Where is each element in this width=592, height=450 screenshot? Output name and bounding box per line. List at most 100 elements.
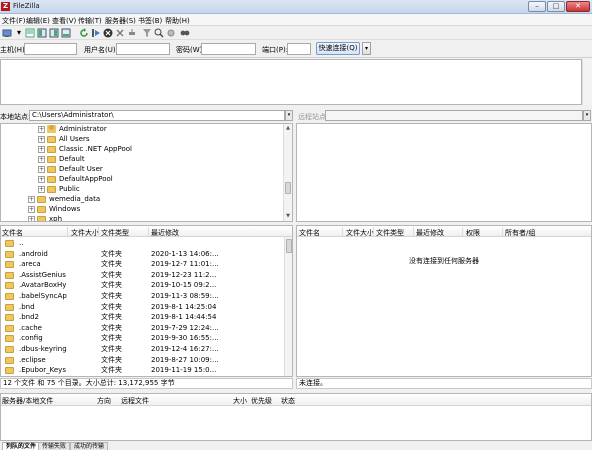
tab-failed-transfers[interactable]: 传输失败 — [38, 442, 71, 450]
maximize-button[interactable]: □ — [547, 1, 565, 12]
tree-item[interactable]: + Classic .NET AppPool — [38, 144, 132, 154]
expand-icon[interactable]: + — [38, 125, 45, 133]
menu-view[interactable]: 查看(V) — [52, 16, 76, 26]
table-row[interactable]: .babelSyncApp... 文件夹 2019-11-3 08:59:... — [1, 291, 292, 302]
menu-bookmarks[interactable]: 书签(B) — [138, 16, 162, 26]
username-input[interactable] — [116, 43, 170, 55]
cell-filetype: 文件夹 — [101, 366, 122, 375]
expand-icon[interactable]: + — [28, 195, 35, 203]
column-modified[interactable]: 最近修改 — [151, 228, 179, 238]
expand-icon[interactable]: + — [38, 155, 45, 163]
remote-site-dropdown[interactable]: ▾ — [583, 110, 591, 121]
column-size[interactable]: 大小 — [233, 396, 247, 406]
minimize-button[interactable]: – — [528, 1, 546, 12]
host-input[interactable] — [24, 43, 77, 55]
table-row[interactable]: .dbus-keyrings 文件夹 2019-12-4 16:27:... — [1, 344, 292, 355]
column-priority[interactable]: 优先级 — [251, 396, 272, 406]
column-filetype[interactable]: 文件类型 — [376, 228, 404, 238]
password-input[interactable] — [201, 43, 256, 55]
tree-item[interactable]: + Public — [38, 184, 80, 194]
dropdown-arrow-icon[interactable]: ▾ — [14, 28, 24, 38]
expand-icon[interactable]: + — [38, 135, 45, 143]
toggle-remote-tree-icon[interactable] — [49, 28, 59, 38]
tree-item[interactable]: + xph — [28, 214, 62, 221]
toggle-compare-icon[interactable] — [154, 28, 164, 38]
tab-queued-files[interactable]: 列队的文件 — [2, 442, 41, 450]
table-row[interactable]: .android 文件夹 2020-1-13 14:06:... — [1, 249, 292, 260]
tree-item[interactable]: + wemedia_data — [28, 194, 100, 204]
quickconnect-history-dropdown[interactable]: ▾ — [362, 42, 371, 55]
table-row[interactable]: .AvatarBoxHyp... 文件夹 2019-10-15 09:2... — [1, 280, 292, 291]
local-tree-scrollbar[interactable]: ▲ ▼ — [283, 124, 292, 221]
menu-file[interactable]: 文件(F) — [2, 16, 26, 26]
local-site-path-input[interactable]: C:\Users\Administrator\ — [29, 110, 285, 121]
local-list-scrollbar[interactable] — [284, 237, 292, 376]
table-row[interactable]: .Epubor_Keys 文件夹 2019-11-19 15:0... — [1, 365, 292, 376]
menu-help[interactable]: 帮助(H) — [165, 16, 190, 26]
table-row[interactable]: .eclipse 文件夹 2019-8-27 10:09:... — [1, 355, 292, 366]
scroll-thumb[interactable] — [285, 182, 291, 194]
table-row[interactable]: .config 文件夹 2019-9-30 16:55:... — [1, 333, 292, 344]
queue-header: 服务器/本地文件 方向 远程文件 大小 优先级 状态 — [1, 394, 591, 406]
column-remote-file[interactable]: 远程文件 — [121, 396, 149, 406]
tree-item[interactable]: + Default User — [38, 164, 103, 174]
expand-icon[interactable]: + — [38, 145, 45, 153]
tree-item[interactable]: + Administrator — [38, 124, 107, 134]
tree-item[interactable]: + Default — [38, 154, 85, 164]
expand-icon[interactable]: + — [38, 175, 45, 183]
toggle-queue-icon[interactable] — [61, 28, 71, 38]
table-row[interactable]: .Epubor_Ulti... 文件夹 2019-11-19 15:1... — [1, 376, 292, 377]
scroll-up-icon[interactable]: ▲ — [284, 124, 292, 132]
local-site-dropdown[interactable]: ▾ — [285, 110, 293, 121]
filter-icon[interactable] — [142, 28, 152, 38]
column-filesize[interactable]: 文件大小 — [346, 228, 374, 238]
table-row[interactable]: .bnd 文件夹 2019-8-1 14:25:04 — [1, 302, 292, 313]
menu-edit[interactable]: 编辑(E) — [26, 16, 50, 26]
column-status[interactable]: 状态 — [281, 396, 295, 406]
tree-item[interactable]: + DefaultAppPool — [38, 174, 113, 184]
menu-transfer[interactable]: 传输(T) — [78, 16, 102, 26]
table-row[interactable]: .AssistGenius 文件夹 2019-12-23 11:2... — [1, 270, 292, 281]
tree-item[interactable]: + All Users — [38, 134, 90, 144]
column-filetype[interactable]: 文件类型 — [101, 228, 129, 238]
table-row[interactable]: .. — [1, 238, 292, 249]
scroll-thumb[interactable] — [286, 239, 292, 253]
reconnect-icon[interactable] — [127, 28, 137, 38]
queue-tabs: 列队的文件 传输失败 成功的传输 — [0, 442, 592, 450]
menu-server[interactable]: 服务器(S) — [105, 16, 136, 26]
tree-item[interactable]: + Windows — [28, 204, 80, 214]
tab-successful-transfers[interactable]: 成功的传输 — [70, 442, 109, 450]
column-separator — [148, 227, 149, 236]
column-filename[interactable]: 文件名 — [2, 228, 23, 238]
table-row[interactable]: .bnd2 文件夹 2019-8-1 14:44:54 — [1, 312, 292, 323]
process-queue-icon[interactable] — [91, 28, 101, 38]
site-manager-icon[interactable] — [2, 28, 12, 38]
column-filename[interactable]: 文件名 — [299, 228, 320, 238]
column-permissions[interactable]: 权限 — [466, 228, 480, 238]
toggle-local-tree-icon[interactable] — [37, 28, 47, 38]
column-owner-group[interactable]: 所有者/组 — [505, 228, 535, 238]
table-row[interactable]: .areca 文件夹 2019-12-7 11:01:... — [1, 259, 292, 270]
remote-site-path-input[interactable] — [325, 110, 583, 121]
expand-icon[interactable]: + — [28, 215, 35, 221]
quickconnect-button[interactable]: 快速连接(Q) — [316, 42, 360, 55]
scroll-down-icon[interactable]: ▼ — [284, 212, 292, 220]
cancel-operation-icon[interactable] — [103, 28, 113, 38]
search-remote-icon[interactable] — [180, 28, 190, 38]
cell-modified: 2019-10-15 09:2... — [151, 281, 217, 290]
message-log-scrollbar[interactable] — [582, 59, 592, 105]
table-row[interactable]: .cache 文件夹 2019-7-29 12:24:... — [1, 323, 292, 334]
disconnect-icon[interactable] — [115, 28, 125, 38]
expand-icon[interactable]: + — [38, 165, 45, 173]
refresh-icon[interactable] — [79, 28, 89, 38]
sync-browse-icon[interactable] — [166, 28, 176, 38]
column-direction[interactable]: 方向 — [97, 396, 111, 406]
expand-icon[interactable]: + — [38, 185, 45, 193]
expand-icon[interactable]: + — [28, 205, 35, 213]
column-modified[interactable]: 最近修改 — [416, 228, 444, 238]
column-filesize[interactable]: 文件大小 — [71, 228, 99, 238]
close-button[interactable]: ✕ — [566, 1, 590, 12]
toggle-message-log-icon[interactable] — [25, 28, 35, 38]
column-server-local-file[interactable]: 服务器/本地文件 — [2, 396, 53, 406]
port-input[interactable] — [287, 43, 311, 55]
